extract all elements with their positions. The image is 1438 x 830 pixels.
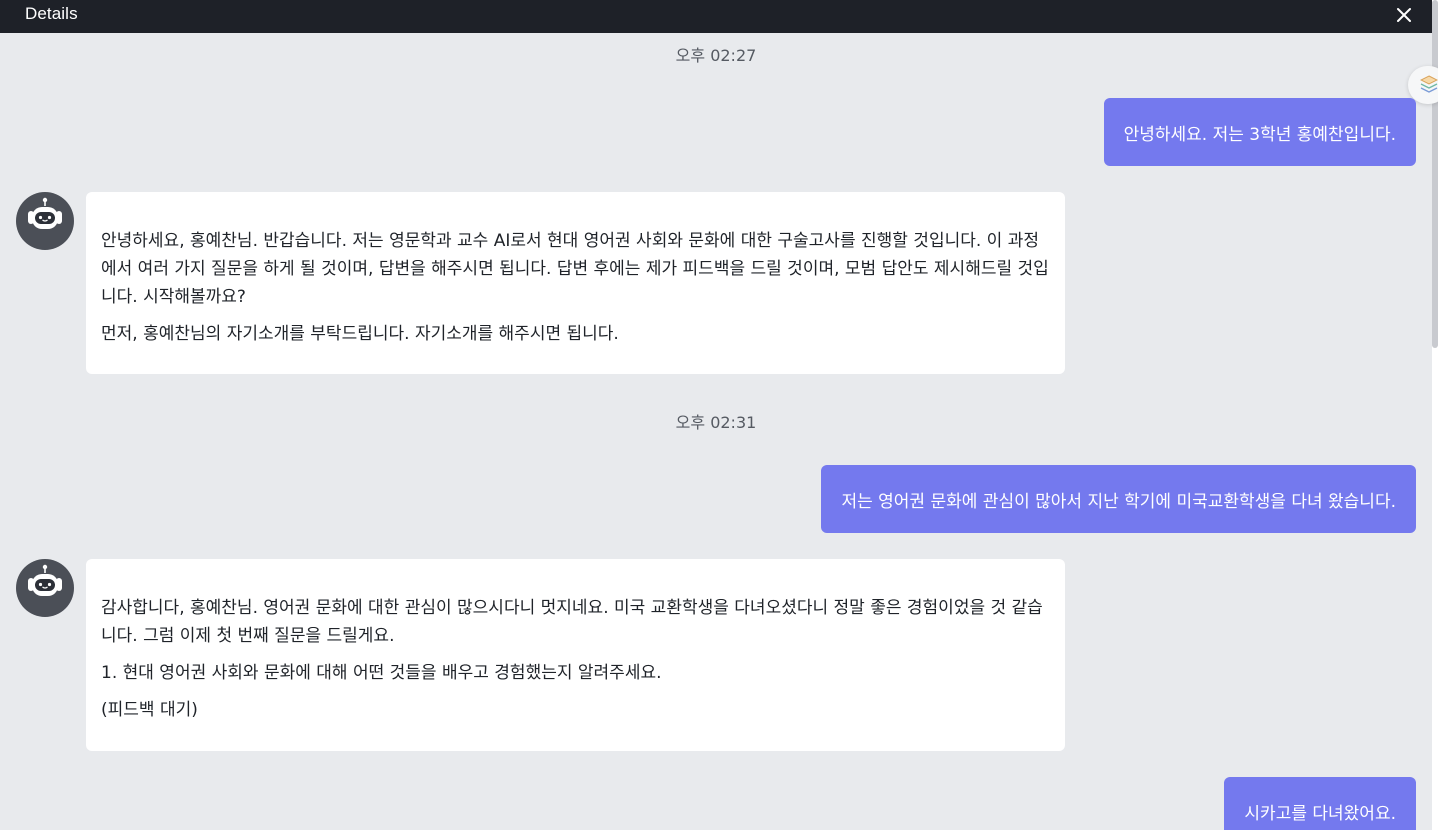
message-timestamp: 오후 02:27 [675,46,757,65]
scrollbar[interactable] [1432,0,1438,830]
message-paragraph: 감사합니다, 홍예찬님. 영어권 문화에 대한 관심이 많으시다니 멋지네요. … [101,598,1043,646]
message-paragraph: 1. 현대 영어권 사회와 문화에 대해 어떤 것들을 배우고 경험했는지 알려… [101,663,662,683]
title-bar: Details [0,0,1432,33]
robot-avatar-icon [16,559,74,617]
message-paragraph: (피드백 대기) [101,700,198,720]
close-icon[interactable] [1394,5,1414,25]
message-paragraph: 안녕하세요, 홍예찬님. 반갑습니다. 저는 영문학과 교수 AI로서 현대 영… [101,231,1049,307]
scrollbar-thumb[interactable] [1432,0,1438,348]
robot-avatar-icon [16,192,74,250]
user-message: 시카고를 다녀왔어요. [1224,777,1416,830]
layers-icon [1420,75,1438,93]
message-paragraph: 먼저, 홍예찬님의 자기소개를 부탁드립니다. 자기소개를 해주시면 됩니다. [101,324,619,344]
message-timestamp: 오후 02:31 [675,413,757,432]
bot-message: 감사합니다, 홍예찬님. 영어권 문화에 대한 관심이 많으시다니 멋지네요. … [86,559,1065,751]
bot-message: 안녕하세요, 홍예찬님. 반갑습니다. 저는 영문학과 교수 AI로서 현대 영… [86,192,1065,374]
window-title: Details [25,4,78,23]
user-message: 저는 영어권 문화에 관심이 많아서 지난 학기에 미국교환학생을 다녀 왔습니… [821,465,1416,533]
user-message: 안녕하세요. 저는 3학년 홍예찬입니다. [1103,98,1416,166]
